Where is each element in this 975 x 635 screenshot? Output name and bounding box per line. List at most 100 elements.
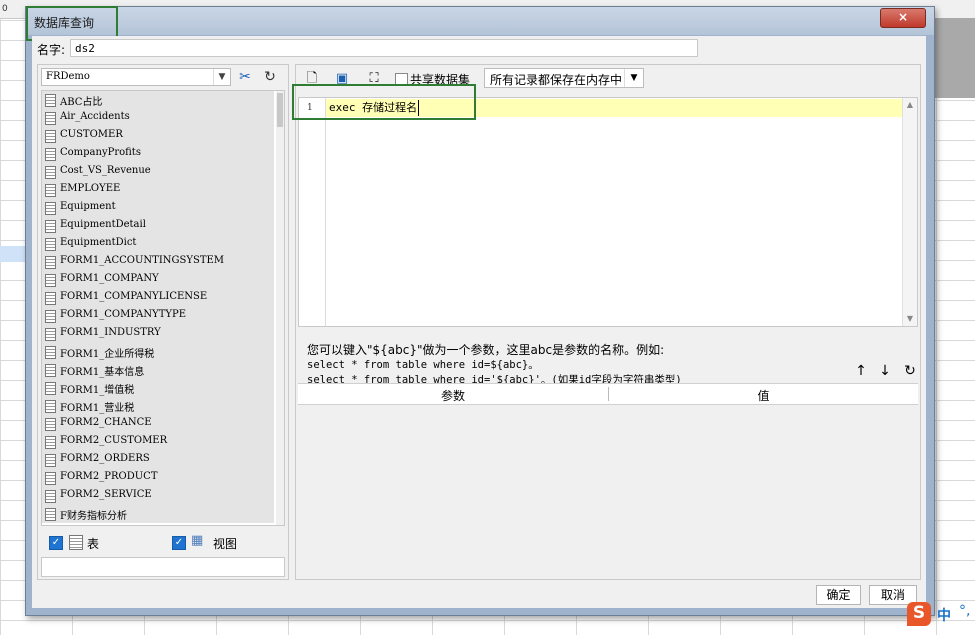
table-list[interactable]: ABC占比 Air_Accidents CUSTOMER CompanyProfits… [41,90,285,526]
table-icon [45,238,56,251]
table-icon [45,490,56,503]
save-button[interactable]: ▣ [334,71,350,87]
share-dataset-checkbox[interactable] [395,73,408,86]
refresh-icon: ↻ [904,363,916,379]
table-list-item[interactable]: FORM1_ACCOUNTINGSYSTEM [42,253,274,271]
table-icon [45,382,56,395]
view-icon: ▦ [191,533,204,548]
table-search-input[interactable] [41,557,285,577]
chevron-down-icon: ▼ [624,69,643,87]
table-list-item[interactable]: FORM2_SERVICE [42,487,274,505]
move-up-button[interactable]: ↑ [852,362,870,380]
fullscreen-button[interactable]: ⛶ [366,71,382,87]
table-name: FORM1_营业税 [60,403,135,414]
scroll-up-icon[interactable]: ▲ [903,98,917,112]
preview-button[interactable]: 🗋 [304,71,320,87]
fullscreen-icon: ⛶ [369,71,379,86]
sql-code[interactable]: exec 存储过程名 [329,100,420,116]
move-down-button[interactable]: ↓ [876,362,894,380]
table-list-item[interactable]: FORM2_PRODUCT [42,469,274,487]
ime-punctuation[interactable]: °, [959,603,970,619]
table-name: FORM1_COMPANYTYPE [60,309,187,320]
table-name: CompanyProfits [60,147,141,158]
parameter-example-1: select * from table where id=${abc}。 [307,359,539,371]
table-list-item[interactable]: FORM1_营业税 [42,397,274,415]
table-list-item[interactable]: Cost_VS_Revenue [42,163,274,181]
save-icon: ▣ [335,71,349,86]
filter-table-label: 表 [87,537,100,551]
table-list-item[interactable]: FORM2_ORDERS [42,451,274,469]
storage-mode-value: 所有记录都保存在内存中 [490,73,623,87]
connection-settings-button[interactable]: ✂ [235,68,255,86]
table-icon [45,292,56,305]
refresh-tables-button[interactable]: ↻ [260,68,280,86]
storage-mode-select[interactable]: 所有记录都保存在内存中 ▼ [484,68,644,88]
parameter-table[interactable]: 参数 值 [298,383,918,578]
table-name: FORM2_ORDERS [60,453,150,464]
table-list-scrollbar[interactable] [276,91,284,525]
sogou-logo-icon: S [907,602,931,626]
close-button[interactable]: × [880,8,926,28]
table-list-item[interactable]: Air_Accidents [42,109,274,127]
name-input[interactable]: ds2 [70,39,698,57]
table-icon [45,166,56,179]
table-icon [45,148,56,161]
table-name: Air_Accidents [60,111,130,122]
sql-editor-panel: 🗋 ▣ ⛶ 共享数据集 所有记录都保存在内存中 ▼ 1 exec 存储过程名 ▲… [292,64,921,580]
table-list-item[interactable]: FORM2_CUSTOMER [42,433,274,451]
table-list-item[interactable]: CUSTOMER [42,127,274,145]
table-name: FORM2_CHANCE [60,417,152,428]
scrollbar-thumb[interactable] [277,93,283,127]
table-list-item[interactable]: ABC占比 [42,91,274,109]
table-list-items: ABC占比 Air_Accidents CUSTOMER CompanyProfits… [42,91,274,523]
table-list-item[interactable]: FORM2_CHANCE [42,415,274,433]
table-name: EquipmentDict [60,237,137,248]
table-icon [45,346,56,359]
filter-table-checkbox[interactable]: ✓ [49,536,63,550]
table-list-item[interactable]: FORM1_增值税 [42,379,274,397]
database-query-dialog: 数据库查询 × 名字: ds2 FRDemo ▼ ✂ ↻ ABC占比 Air_Ac… [25,6,935,616]
ime-mode[interactable]: 中 [937,605,951,625]
table-list-item[interactable]: FORM1_企业所得税 [42,343,274,361]
editor-scrollbar[interactable]: ▲ ▼ [902,98,917,326]
parameter-table-header: 参数 值 [298,384,918,405]
ime-indicator[interactable]: S 中 °, [907,602,975,626]
chevron-down-icon: ▼ [213,69,230,85]
name-label: 名字: [37,43,66,57]
table-name: F财务指标分析 [60,511,127,522]
database-select[interactable]: FRDemo ▼ [41,68,231,86]
filter-view-checkbox[interactable]: ✓ [172,536,186,550]
sql-editor[interactable]: 1 exec 存储过程名 ▲ ▼ [298,97,918,327]
table-name: FORM1_基本信息 [60,367,145,378]
table-list-item[interactable]: FORM1_COMPANY [42,271,274,289]
dialog-titlebar[interactable]: 数据库查询 × [26,7,934,35]
parameter-hint: 您可以键入"${abc}"做为一个参数，这里abc是参数的名称。例如: [307,343,665,357]
table-icon [69,535,83,550]
background-panel [935,18,975,98]
table-list-item[interactable]: FORM1_COMPANYTYPE [42,307,274,325]
editor-gutter: 1 [299,98,326,326]
table-list-item[interactable]: FORM1_COMPANYLICENSE [42,289,274,307]
table-list-item[interactable]: EquipmentDetail [42,217,274,235]
table-list-item[interactable]: CompanyProfits [42,145,274,163]
table-name: CUSTOMER [60,129,123,140]
table-type-filter: ✓ 表 ✓ ▦ 视图 [41,530,283,554]
table-list-item[interactable]: FORM1_基本信息 [42,361,274,379]
table-icon [45,310,56,323]
table-list-item[interactable]: EquipmentDict [42,235,274,253]
table-name: FORM1_COMPANY [60,273,159,284]
ok-button[interactable]: 确定 [816,585,861,605]
table-list-item[interactable]: EMPLOYEE [42,181,274,199]
refresh-parameters-button[interactable]: ↻ [901,362,919,380]
arrow-down-icon: ↓ [879,363,891,379]
table-list-item[interactable]: F财务指标分析 [42,505,274,523]
table-name: FORM1_增值税 [60,385,135,396]
preview-icon: 🗋 [306,71,318,86]
table-name: FORM1_企业所得税 [60,349,155,360]
table-list-item[interactable]: FORM1_INDUSTRY [42,325,274,343]
scroll-down-icon[interactable]: ▼ [903,312,917,326]
table-name: ABC占比 [60,97,103,108]
table-list-item[interactable]: Equipment [42,199,274,217]
table-name: EMPLOYEE [60,183,121,194]
table-name: FORM2_CUSTOMER [60,435,168,446]
